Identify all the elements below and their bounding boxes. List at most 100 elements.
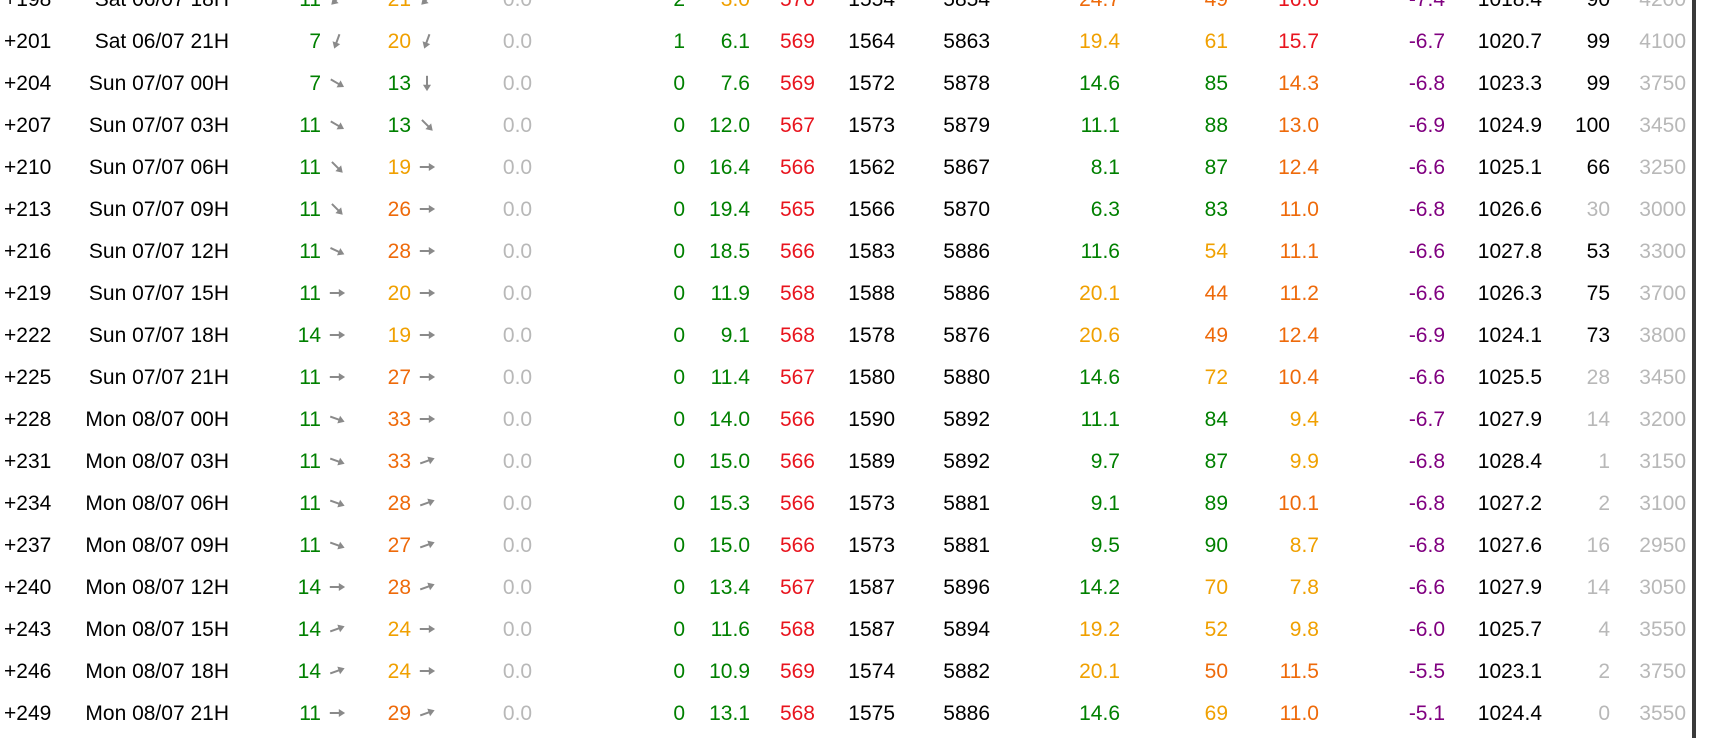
cell-hpa500: 567	[750, 105, 815, 147]
t500-value: -6.8	[1408, 72, 1445, 95]
t500-value: -6.9	[1408, 114, 1445, 137]
cell-cloud: 28	[1550, 357, 1630, 399]
cloud-value: 14	[1586, 576, 1610, 599]
cell-temp: 20.1	[1000, 273, 1140, 315]
cell-p2: 0	[585, 189, 695, 231]
t500-value: -6.6	[1408, 156, 1445, 179]
cell-precip: 0.0	[450, 315, 585, 357]
precip-value: 0.0	[502, 576, 533, 599]
cell-t500: -6.0	[1345, 609, 1445, 651]
cell-t500: -6.9	[1345, 105, 1445, 147]
temp-value: 24.7	[1079, 0, 1120, 11]
cell-p2: 0	[585, 483, 695, 525]
t850-value: 9.4	[1289, 408, 1319, 431]
t500-value: -6.7	[1408, 30, 1445, 53]
cell-wind: 11	[265, 147, 360, 189]
cell-p3: 13.4	[695, 567, 750, 609]
wind-value: 14	[297, 324, 321, 347]
cell-rh: 50	[1140, 651, 1250, 693]
z500-value: 5876	[943, 324, 990, 347]
cell-precip: 0.0	[450, 21, 585, 63]
time-value: Mon 08/07 21H	[85, 702, 229, 725]
forecast-table-viewport: +198Sat 06/07 18H11210.023.0570155458542…	[0, 0, 1692, 738]
cell-t850: 9.4	[1250, 399, 1345, 441]
t500-value: -6.8	[1408, 492, 1445, 515]
table-row: +222 Sun 07/07 18H 14 19 0.0 0 9.1 568 1578 5876 2…	[0, 315, 1686, 357]
wind-direction-arrow-icon	[328, 200, 346, 218]
cell-slp: 1027.9	[1445, 399, 1550, 441]
table-row: +225 Sun 07/07 21H 11 27 0.0 0 11.4 567 1580 5880…	[0, 357, 1686, 399]
cell-gust: 13	[360, 105, 450, 147]
z850-value: 1573	[848, 534, 895, 557]
cloud-value: 66	[1586, 156, 1610, 179]
z850-value: 1587	[848, 618, 895, 641]
p2-value: 0	[673, 576, 685, 599]
step-value: +204	[4, 72, 52, 95]
cell-precip: 0.0	[450, 357, 585, 399]
z500-value: 5886	[943, 240, 990, 263]
precip-value: 0.0	[502, 408, 533, 431]
forecast-table-body: +198Sat 06/07 18H11210.023.0570155458542…	[0, 0, 1686, 735]
cell-slp: 1018.4	[1445, 0, 1550, 21]
cell-gust: 33	[360, 441, 450, 483]
step-value: +207	[4, 114, 52, 137]
cell-t500: -6.6	[1345, 273, 1445, 315]
p2-value: 0	[673, 114, 685, 137]
p3-value: 13.1	[709, 702, 750, 725]
wind-direction-arrow-icon	[328, 494, 346, 512]
cell-p2: 1	[585, 21, 695, 63]
lvl-value: 3100	[1639, 492, 1686, 515]
cell-hpa500: 566	[750, 399, 815, 441]
cell-p2: 0	[585, 357, 695, 399]
cell-p3: 6.1	[695, 21, 750, 63]
lvl-value: 3450	[1639, 366, 1686, 389]
cell-rh: 89	[1140, 483, 1250, 525]
gust-value: 20	[387, 30, 411, 53]
z850-value: 1573	[848, 492, 895, 515]
cell-lvl: 2950	[1630, 525, 1686, 567]
cell-slp: 1027.8	[1445, 231, 1550, 273]
wind-direction-arrow-icon	[418, 620, 436, 638]
t850-value: 8.7	[1289, 534, 1319, 557]
rh-value: 49	[1204, 324, 1228, 347]
cell-time: Mon 08/07 21H	[70, 693, 265, 735]
cell-z500: 5870	[905, 189, 1000, 231]
cell-precip: 0.0	[450, 525, 585, 567]
z500-value: 5867	[943, 156, 990, 179]
p2-value: 0	[673, 534, 685, 557]
cell-z850: 1573	[815, 105, 905, 147]
z850-value: 1575	[848, 702, 895, 725]
cell-t850: 11.0	[1250, 693, 1345, 735]
step-value: +210	[4, 156, 52, 179]
cell-precip: 0.0	[450, 63, 585, 105]
table-row: +207 Sun 07/07 03H 11 13 0.0 0 12.0 567 1573 5879…	[0, 105, 1686, 147]
z500-value: 5892	[943, 408, 990, 431]
temp-value: 11.1	[1080, 114, 1120, 137]
cell-precip: 0.0	[450, 483, 585, 525]
p2-value: 0	[673, 618, 685, 641]
t850-value: 9.8	[1289, 618, 1319, 641]
wind-direction-arrow-icon	[328, 158, 346, 176]
wind-direction-arrow-icon	[328, 326, 346, 344]
cell-time: Sun 07/07 18H	[70, 315, 265, 357]
t500-value: -6.8	[1408, 534, 1445, 557]
cell-gust: 28	[360, 483, 450, 525]
cell-cloud: 53	[1550, 231, 1630, 273]
z500-value: 5881	[943, 534, 990, 557]
gust-value: 33	[387, 408, 411, 431]
cell-lvl: 4100	[1630, 21, 1686, 63]
z850-value: 1578	[848, 324, 895, 347]
wind-value: 14	[297, 660, 321, 683]
cell-z850: 1564	[815, 21, 905, 63]
lvl-value: 3800	[1639, 324, 1686, 347]
cell-p2: 0	[585, 567, 695, 609]
precip-value: 0.0	[502, 198, 533, 221]
wind-value: 14	[297, 576, 321, 599]
wind-direction-arrow-icon	[328, 284, 346, 302]
wind-direction-arrow-icon	[418, 410, 436, 428]
precip-value: 0.0	[502, 660, 533, 683]
cell-step: +240	[0, 567, 70, 609]
cell-slp: 1023.3	[1445, 63, 1550, 105]
p2-value: 0	[673, 702, 685, 725]
wind-value: 11	[299, 534, 321, 557]
